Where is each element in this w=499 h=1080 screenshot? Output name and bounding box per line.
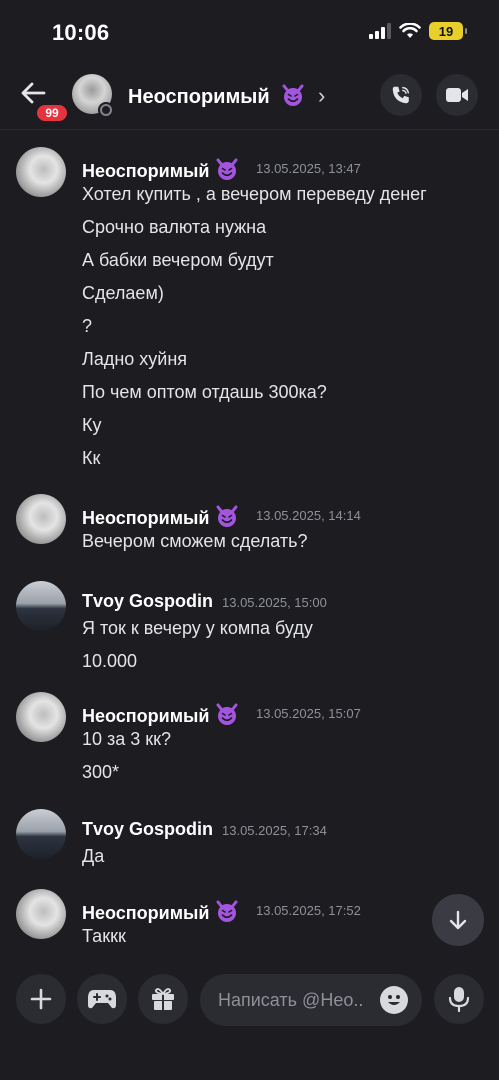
microphone-icon [448, 987, 470, 1012]
video-call-button[interactable] [436, 74, 478, 116]
battery-level: 19 [438, 23, 454, 39]
author-name-text: Tvoy Gospodin [82, 819, 214, 839]
offline-status-icon [98, 102, 114, 118]
message-text[interactable]: Сделаем) [82, 283, 164, 304]
status-icons: 19 [369, 22, 467, 40]
author-avatar[interactable] [16, 889, 66, 939]
message-timestamp: 13.05.2025, 14:14 [256, 508, 361, 523]
message-text[interactable]: По чем оптом отдашь 300ка? [82, 382, 327, 403]
message-timestamp: 13.05.2025, 13:47 [256, 161, 361, 176]
smiling-imp-icon [216, 158, 238, 180]
scroll-to-bottom-button[interactable] [432, 894, 484, 946]
author-name-text: Неоспоримый [82, 508, 210, 528]
message-group: Неоспоримый 13.05.2025, 15:07 10 за 3 кк? 3… [0, 686, 499, 792]
message-text[interactable]: 300* [82, 762, 119, 783]
message-text[interactable]: Ку [82, 415, 102, 436]
author-name[interactable]: Неоспоримый [82, 504, 239, 529]
status-bar: 10:06 19 [0, 0, 499, 64]
author-name-text: Неоспоримый [82, 161, 210, 181]
chevron-right-icon[interactable]: › [318, 83, 325, 109]
unread-count: 99 [45, 106, 59, 120]
smiling-imp-icon [216, 505, 238, 527]
author-name[interactable]: Tvoy Gospodin [82, 591, 213, 612]
author-avatar[interactable] [16, 581, 66, 631]
phone-icon [392, 86, 410, 104]
author-name[interactable]: Tvoy Gospodin [82, 819, 213, 840]
author-avatar[interactable] [16, 692, 66, 742]
message-text[interactable]: А бабки вечером будут [82, 250, 274, 271]
voice-message-button[interactable] [434, 974, 484, 1024]
author-avatar[interactable] [16, 494, 66, 544]
channel-title-text: Неоспоримый [128, 86, 270, 108]
message-timestamp: 13.05.2025, 17:34 [222, 823, 327, 838]
message-group: Tvoy Gospodin 13.05.2025, 17:34 Да [0, 803, 499, 876]
message-text[interactable]: Таккк [82, 926, 126, 947]
message-input-container[interactable] [200, 974, 422, 1026]
smiley-icon [388, 995, 400, 1005]
message-group: Неоспоримый 13.05.2025, 14:14 Вечером смож… [0, 488, 499, 561]
author-name[interactable]: Неоспоримый [82, 899, 239, 924]
message-text[interactable]: 10 за 3 кк? [82, 729, 171, 750]
activities-button[interactable] [77, 974, 127, 1024]
author-name-text: Tvoy Gospodin [82, 591, 214, 611]
author-avatar[interactable] [16, 147, 66, 197]
video-camera-icon [446, 88, 468, 102]
message-list[interactable]: Неоспоримый 13.05.2025, 13:47 Хотел купить… [0, 131, 499, 961]
gamepad-icon [88, 990, 116, 1009]
message-text[interactable]: Хотел купить , а вечером переведу денег [82, 184, 427, 205]
battery-indicator: 19 [429, 22, 467, 40]
author-name[interactable]: Неоспоримый [82, 157, 239, 182]
message-group: Tvoy Gospodin 13.05.2025, 15:00 Я ток к ве… [0, 575, 499, 681]
author-name[interactable]: Неоспоримый [82, 702, 239, 727]
message-group: Неоспоримый 13.05.2025, 17:52 Таккк А 200 о… [0, 883, 499, 961]
message-text[interactable]: А 200 оптом по чем отдашь? [82, 959, 322, 961]
author-avatar[interactable] [16, 809, 66, 859]
signal-icon [369, 23, 391, 39]
add-attachment-button[interactable] [16, 974, 66, 1024]
message-text[interactable]: Кк [82, 448, 100, 469]
gift-button[interactable] [138, 974, 188, 1024]
message-text[interactable]: 10.000 [82, 651, 137, 672]
gift-icon [152, 988, 174, 1010]
message-text[interactable]: Вечером сможем сделать? [82, 531, 307, 552]
message-text[interactable]: Да [82, 846, 104, 867]
author-name-text: Неоспоримый [82, 903, 210, 923]
smiling-imp-icon [216, 703, 238, 725]
smiling-imp-icon [216, 900, 238, 922]
author-name-text: Неоспоримый [82, 706, 210, 726]
message-text[interactable]: Срочно валюта нужна [82, 217, 266, 238]
message-group: Неоспоримый 13.05.2025, 13:47 Хотел купить… [0, 141, 499, 478]
smiling-imp-icon [282, 84, 304, 106]
message-text[interactable]: ? [82, 316, 92, 337]
message-text[interactable]: Я ток к вечеру у компа буду [82, 618, 313, 639]
message-text[interactable]: Ладно хуйня [82, 349, 187, 370]
message-timestamp: 13.05.2025, 15:00 [222, 595, 327, 610]
composer-bar [0, 962, 499, 1080]
wifi-icon [399, 23, 421, 38]
status-time: 10:06 [52, 20, 110, 45]
message-timestamp: 13.05.2025, 17:52 [256, 903, 361, 918]
unread-badge: 99 [34, 102, 70, 124]
call-button[interactable] [380, 74, 422, 116]
message-timestamp: 13.05.2025, 15:07 [256, 706, 361, 721]
plus-icon [30, 988, 52, 1010]
message-input[interactable] [218, 988, 378, 1012]
chat-header: 99 Неоспоримый › [0, 64, 499, 130]
channel-title[interactable]: Неоспоримый [128, 83, 305, 109]
emoji-picker-button[interactable] [380, 986, 408, 1014]
arrow-down-icon [449, 910, 467, 930]
